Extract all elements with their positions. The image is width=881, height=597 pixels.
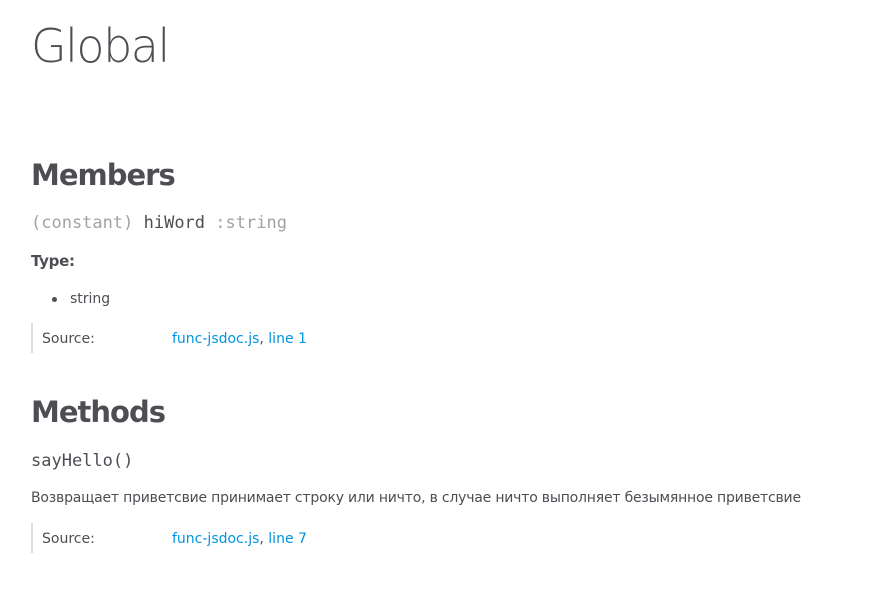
- member-name: hiWord: [143, 213, 206, 233]
- member-source-value: func-jsdoc.js, line 1: [172, 329, 307, 349]
- method-source-details: Source: func-jsdoc.js, line 7: [31, 523, 433, 553]
- member-type-name: string: [70, 291, 111, 307]
- member-type-list: string: [51, 289, 110, 309]
- member-type-heading: Type:: [31, 252, 75, 270]
- method-signature: sayHello(): [31, 449, 133, 473]
- member-source-details: Source: func-jsdoc.js, line 1: [31, 323, 433, 353]
- methods-heading: Methods: [31, 395, 166, 429]
- member-signature: (constant) hiWord :string: [31, 211, 287, 235]
- method-source-file-link[interactable]: func-jsdoc.js: [172, 531, 259, 547]
- member-source-separator: ,: [259, 331, 264, 347]
- method-description: Возвращает приветсвие принимает строку и…: [31, 490, 801, 506]
- method-name: sayHello(): [31, 451, 134, 471]
- method-source-separator: ,: [259, 531, 264, 547]
- method-source-value: func-jsdoc.js, line 7: [172, 529, 307, 549]
- member-source-file-link[interactable]: func-jsdoc.js: [172, 331, 259, 347]
- member-source-label: Source:: [42, 331, 95, 347]
- member-source-line-link[interactable]: line 1: [268, 331, 307, 347]
- members-heading: Members: [31, 158, 176, 192]
- method-source-line-link[interactable]: line 7: [268, 531, 307, 547]
- member-attribs: (constant): [31, 213, 134, 233]
- page-title: Global: [31, 19, 170, 73]
- member-type-item: string: [51, 289, 110, 309]
- method-source-label: Source:: [42, 531, 95, 547]
- member-type-signature: :string: [215, 213, 287, 233]
